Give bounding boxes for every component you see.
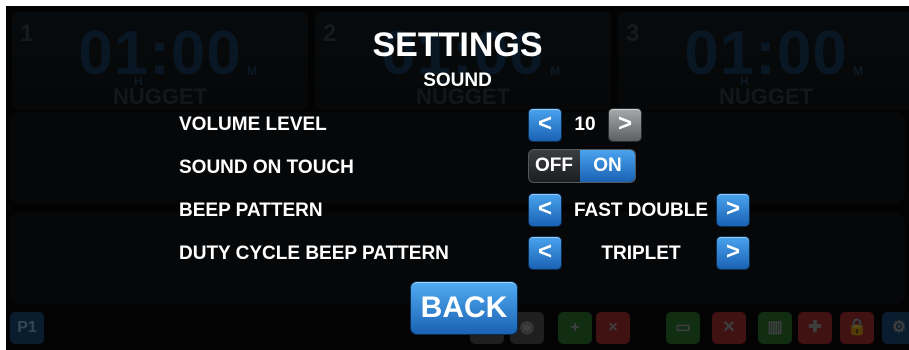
duty-cycle-value: TRIPLET bbox=[601, 243, 681, 264]
app-frame: 1 01:00 H M NUGGET 2 01:00 H M NUGGET 3 … bbox=[6, 6, 909, 350]
volume-level-value: 10 bbox=[574, 114, 596, 135]
beep-pattern-prev-button[interactable]: < bbox=[528, 193, 562, 227]
sound-on-touch-label: SOUND ON TOUCH bbox=[179, 157, 354, 178]
beep-pattern-label: BEEP PATTERN bbox=[179, 200, 323, 221]
settings-overlay: SETTINGS SOUND VOLUME LEVEL < 10 > SOUND… bbox=[6, 6, 909, 350]
dialog-subtitle: SOUND bbox=[423, 70, 492, 91]
duty-cycle-prev-button[interactable]: < bbox=[528, 236, 562, 270]
beep-pattern-next-button[interactable]: > bbox=[716, 193, 750, 227]
dialog-title: SETTINGS bbox=[372, 26, 543, 64]
toggle-on-option[interactable]: ON bbox=[580, 150, 635, 182]
duty-cycle-beep-pattern-label: DUTY CYCLE BEEP PATTERN bbox=[179, 243, 449, 264]
toggle-off-option[interactable]: OFF bbox=[529, 150, 579, 182]
volume-increase-button[interactable]: > bbox=[608, 108, 642, 142]
duty-cycle-next-button[interactable]: > bbox=[716, 236, 750, 270]
volume-level-label: VOLUME LEVEL bbox=[179, 114, 327, 135]
volume-decrease-button[interactable]: < bbox=[528, 108, 562, 142]
beep-pattern-value: FAST DOUBLE bbox=[573, 200, 709, 221]
back-button[interactable]: BACK bbox=[410, 281, 518, 335]
sound-on-touch-toggle[interactable]: OFF ON bbox=[528, 149, 636, 183]
